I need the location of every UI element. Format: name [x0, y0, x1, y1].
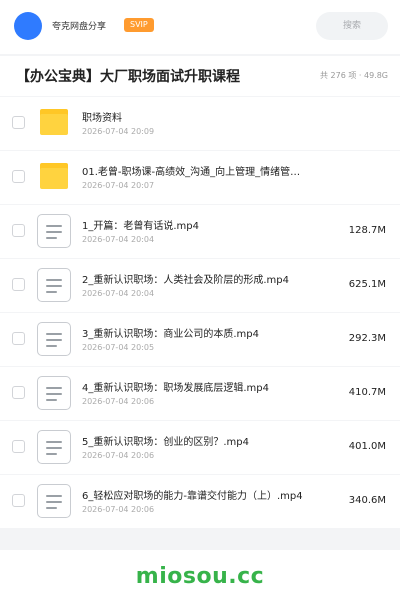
file-row-1[interactable]: 职场资料 2026-07-04 20:09	[0, 97, 400, 150]
page-title: 【办公宝典】大厂职场面试升职课程	[16, 69, 240, 85]
header: 夸克网盘分享 SVIP 搜索	[0, 0, 400, 54]
file-row-5[interactable]: 3_重新认识职场：商业公司的本质.mp4 2026-07-04 20:05 29…	[0, 313, 400, 366]
file-size: 128.7M	[348, 225, 386, 236]
file-row-3[interactable]: 1_开篇：老曾有话说.mp4 2026-07-04 20:04 128.7M	[0, 205, 400, 258]
file-date: 2026-07-04 20:05	[82, 343, 155, 352]
file-row-7[interactable]: 5_重新认识职场：创业的区别？.mp4 2026-07-04 20:06 401…	[0, 421, 400, 474]
folder-meta: 共 276 项 · 49.8G	[320, 71, 388, 80]
search-input[interactable]: 搜索	[316, 12, 388, 40]
file-date: 2026-07-04 20:06	[82, 451, 155, 460]
file-checkbox[interactable]	[12, 494, 25, 507]
watermark: miosou.cc	[135, 564, 265, 589]
file-name: 4_重新认识职场：职场发展底层逻辑.mp4	[82, 383, 269, 394]
document-icon	[37, 322, 71, 356]
file-row-6[interactable]: 4_重新认识职场：职场发展底层逻辑.mp4 2026-07-04 20:06 4…	[0, 367, 400, 420]
file-checkbox[interactable]	[12, 278, 25, 291]
file-list: 职场资料 2026-07-04 20:09 01.老曾-职场课-高绩效_沟通_向…	[0, 97, 400, 529]
document-icon	[37, 268, 71, 302]
file-size: 625.1M	[348, 279, 386, 290]
account-name[interactable]: 夸克网盘分享	[52, 19, 106, 32]
file-checkbox[interactable]	[12, 116, 25, 129]
file-date: 2026-07-04 20:06	[82, 505, 155, 514]
file-checkbox[interactable]	[12, 386, 25, 399]
vip-badge: SVIP	[124, 18, 154, 32]
file-checkbox[interactable]	[12, 440, 25, 453]
file-name: 6_轻松应对职场的能力-靠谱交付能力（上）.mp4	[82, 491, 303, 502]
file-date: 2026-07-04 20:07	[82, 181, 155, 190]
folder-title-bar: 【办公宝典】大厂职场面试升职课程 共 276 项 · 49.8G	[0, 56, 400, 96]
file-name: 职场资料	[82, 113, 122, 124]
file-date: 2026-07-04 20:04	[82, 235, 155, 244]
file-size: 292.3M	[348, 333, 386, 344]
file-row-4[interactable]: 2_重新认识职场：人类社会及阶层的形成.mp4 2026-07-04 20:04…	[0, 259, 400, 312]
file-row-8[interactable]: 6_轻松应对职场的能力-靠谱交付能力（上）.mp4 2026-07-04 20:…	[0, 475, 400, 528]
file-size: 340.6M	[348, 495, 386, 506]
folder-icon	[40, 109, 68, 135]
file-name: 01.老曾-职场课-高绩效_沟通_向上管理_情绪管…	[82, 167, 301, 178]
file-size: 401.0M	[348, 441, 386, 452]
document-icon	[37, 376, 71, 410]
file-name: 5_重新认识职场：创业的区别？.mp4	[82, 437, 249, 448]
file-checkbox[interactable]	[12, 170, 25, 183]
avatar[interactable]	[14, 12, 42, 40]
file-date: 2026-07-04 20:09	[82, 127, 155, 136]
file-size: 410.7M	[348, 387, 386, 398]
file-checkbox[interactable]	[12, 224, 25, 237]
file-date: 2026-07-04 20:06	[82, 397, 155, 406]
folder-icon	[40, 163, 68, 189]
document-icon	[37, 430, 71, 464]
share-page: 夸克网盘分享 SVIP 搜索 【办公宝典】大厂职场面试升职课程 共 276 项 …	[0, 0, 400, 600]
file-name: 3_重新认识职场：商业公司的本质.mp4	[82, 329, 259, 340]
file-name: 2_重新认识职场：人类社会及阶层的形成.mp4	[82, 275, 289, 286]
document-icon	[37, 214, 71, 248]
file-checkbox[interactable]	[12, 332, 25, 345]
file-row-2[interactable]: 01.老曾-职场课-高绩效_沟通_向上管理_情绪管… 2026-07-04 20…	[0, 151, 400, 204]
document-icon	[37, 484, 71, 518]
file-name: 1_开篇：老曾有话说.mp4	[82, 221, 199, 232]
file-date: 2026-07-04 20:04	[82, 289, 155, 298]
